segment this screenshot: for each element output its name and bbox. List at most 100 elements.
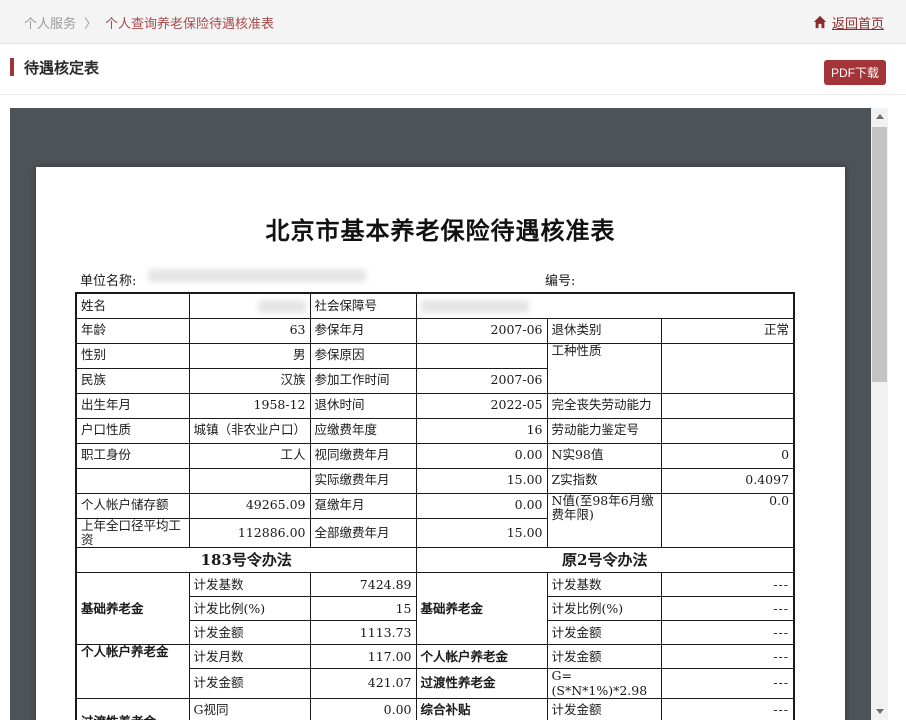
table-cell: 工种性质 bbox=[547, 343, 661, 393]
table-cell: 上年全口径平均工资 bbox=[76, 518, 189, 548]
table-cell: 7424.89 bbox=[310, 573, 416, 597]
doc-meta-row: 单位名称: 编号: bbox=[36, 267, 845, 287]
table-cell: 民族 bbox=[76, 368, 189, 393]
table-cell: --- bbox=[661, 597, 794, 621]
scrollbar[interactable] bbox=[871, 108, 888, 720]
table-cell: 城镇（非农业户口） bbox=[189, 418, 310, 443]
table-cell: 15 bbox=[310, 597, 416, 621]
benefit-table: 姓名 社会保障号年龄63参保年月2007-06退休类别正常性别男参保原因 工种性质民… bbox=[75, 292, 795, 720]
table-cell: 2007-06 bbox=[416, 368, 547, 393]
table-cell: 参加工作时间 bbox=[310, 368, 416, 393]
table-cell: 应缴费年度 bbox=[310, 418, 416, 443]
table-cell: 计发金额 bbox=[547, 699, 661, 720]
pdf-download-button[interactable]: PDF下载 bbox=[824, 60, 886, 85]
table-cell: 计发金额 bbox=[189, 669, 310, 699]
table-cell: 完全丧失劳动能力 bbox=[547, 393, 661, 418]
table-cell bbox=[189, 468, 310, 493]
table-cell: 工人 bbox=[189, 443, 310, 468]
table-cell: 职工身份 bbox=[76, 443, 189, 468]
serial-number-label: 编号: bbox=[545, 270, 575, 289]
table-cell: Z实指数 bbox=[547, 468, 661, 493]
table-cell: 112886.00 bbox=[189, 518, 310, 548]
table-cell: 1113.73 bbox=[310, 621, 416, 645]
table-cell: 出生年月 bbox=[76, 393, 189, 418]
table-cell bbox=[661, 418, 794, 443]
home-icon bbox=[813, 15, 827, 29]
table-cell: --- bbox=[661, 699, 794, 720]
table-cell: --- bbox=[661, 645, 794, 669]
table-cell: 183号令办法 bbox=[76, 548, 416, 573]
pdf-page: 北京市基本养老保险待遇核准表 单位名称: 编号: 姓名社会保障号年龄63参保年月… bbox=[36, 167, 845, 720]
table-cell: 姓名 bbox=[76, 293, 189, 318]
table-cell: 过渡性养老金 bbox=[416, 669, 547, 699]
table-cell: 计发金额 bbox=[547, 645, 661, 669]
scroll-up-button[interactable] bbox=[871, 108, 888, 125]
table-cell: 0.00 bbox=[310, 699, 416, 720]
back-home-label: 返回首页 bbox=[832, 13, 884, 32]
scrollbar-thumb[interactable] bbox=[872, 127, 887, 382]
redacted-value bbox=[258, 300, 306, 313]
table-cell: --- bbox=[661, 669, 794, 699]
table-cell: 计发基数 bbox=[189, 573, 310, 597]
table-cell: 实际缴费年月 bbox=[310, 468, 416, 493]
table-cell: N值(至98年6月缴费年限) bbox=[547, 493, 661, 548]
pdf-viewer[interactable]: 北京市基本养老保险待遇核准表 单位名称: 编号: 姓名社会保障号年龄63参保年月… bbox=[10, 108, 888, 720]
table-cell: 趸缴年月 bbox=[310, 493, 416, 518]
table-cell: --- bbox=[661, 621, 794, 645]
section-divider bbox=[0, 94, 906, 95]
unit-name-redacted bbox=[148, 269, 366, 282]
table-cell: 63 bbox=[189, 318, 310, 343]
table-cell: 正常 bbox=[661, 318, 794, 343]
table-cell: 计发比例(%) bbox=[189, 597, 310, 621]
table-cell: 参保年月 bbox=[310, 318, 416, 343]
table-cell: 劳动能力鉴定号 bbox=[547, 418, 661, 443]
breadcrumb-item-current: 个人查询养老保险待遇核准表 bbox=[105, 13, 274, 32]
breadcrumb-separator: 〉 bbox=[84, 13, 97, 32]
table-cell: 计发月数 bbox=[189, 645, 310, 669]
scroll-down-button[interactable] bbox=[871, 703, 888, 720]
scroll-down-icon bbox=[876, 709, 884, 714]
table-cell: 汉族 bbox=[189, 368, 310, 393]
breadcrumb: 个人服务 〉 个人查询养老保险待遇核准表 bbox=[24, 0, 274, 44]
redacted-value bbox=[421, 300, 529, 313]
table-cell: 0.0 bbox=[661, 493, 794, 548]
table-cell: G=(S*N*1%)*2.98 bbox=[547, 669, 661, 699]
table-cell: 退休类别 bbox=[547, 318, 661, 343]
table-cell: 全部缴费年月 bbox=[310, 518, 416, 548]
table-cell: 社会保障号 bbox=[310, 293, 416, 318]
table-cell: --- bbox=[661, 573, 794, 597]
table-cell: 参保原因 bbox=[310, 343, 416, 368]
table-cell: 计发金额 bbox=[547, 621, 661, 645]
table-cell bbox=[189, 293, 310, 318]
table-cell: 个人帐户养老金 bbox=[76, 645, 189, 699]
table-cell: 退休时间 bbox=[310, 393, 416, 418]
table-cell: 个人帐户养老金 bbox=[416, 645, 547, 669]
table-cell bbox=[76, 468, 189, 493]
back-home-link[interactable]: 返回首页 bbox=[813, 0, 884, 44]
table-cell: 15.00 bbox=[416, 518, 547, 548]
table-cell: 原2号令办法 bbox=[416, 548, 794, 573]
table-cell bbox=[661, 343, 794, 393]
table-cell: 49265.09 bbox=[189, 493, 310, 518]
section-accent-bar bbox=[10, 58, 14, 76]
unit-name-label: 单位名称: bbox=[80, 270, 136, 289]
table-cell: 基础养老金 bbox=[76, 573, 189, 645]
table-cell: 年龄 bbox=[76, 318, 189, 343]
table-cell: 2022-05 bbox=[416, 393, 547, 418]
table-cell: 1958-12 bbox=[189, 393, 310, 418]
table-cell: 2007-06 bbox=[416, 318, 547, 343]
table-cell bbox=[416, 343, 547, 368]
breadcrumb-item-root[interactable]: 个人服务 bbox=[24, 13, 76, 32]
table-cell: 男 bbox=[189, 343, 310, 368]
table-cell: 个人帐户储存额 bbox=[76, 493, 189, 518]
table-cell: 16 bbox=[416, 418, 547, 443]
table-cell: 性别 bbox=[76, 343, 189, 368]
table-cell bbox=[661, 393, 794, 418]
table-cell: 0.00 bbox=[416, 493, 547, 518]
table-cell: 421.07 bbox=[310, 669, 416, 699]
table-cell: 15.00 bbox=[416, 468, 547, 493]
breadcrumb-bar: 个人服务 〉 个人查询养老保险待遇核准表 返回首页 bbox=[0, 0, 906, 44]
table-cell bbox=[416, 293, 794, 318]
table-cell: 计发比例(%) bbox=[547, 597, 661, 621]
table-cell: 0.4097 bbox=[661, 468, 794, 493]
